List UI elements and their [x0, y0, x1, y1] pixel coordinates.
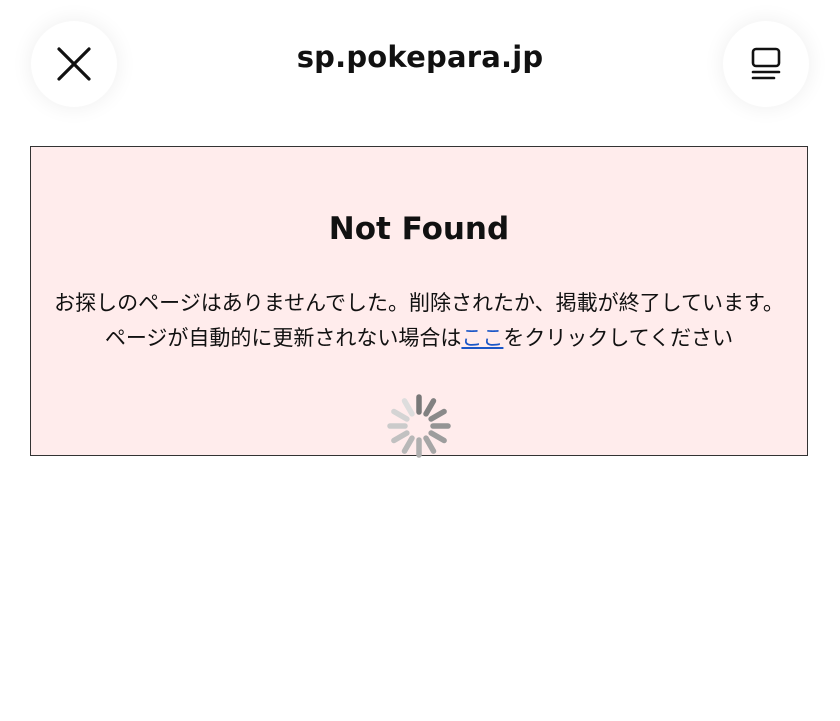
message-line-1: お探しのページはありませんでした。削除されたか、掲載が終了しています。 [54, 291, 784, 315]
spinner-spoke [401, 435, 415, 454]
tabs-menu-icon [751, 47, 781, 80]
reload-here-link[interactable]: ここ [461, 326, 503, 350]
spinner-spoke [428, 430, 447, 444]
spinner-spoke [401, 398, 415, 417]
page-url-title: sp.pokepara.jp [296, 40, 544, 74]
tabs-menu-button[interactable] [723, 21, 809, 107]
spinner-spoke [423, 398, 437, 417]
spinner-spoke [391, 430, 410, 444]
message-line-2-prefix: ページが自動的に更新されない場合は [104, 326, 462, 350]
message-line-2-suffix: をクリックしてください [503, 326, 734, 350]
browser-top-bar: sp.pokepara.jp [0, 0, 840, 130]
not-found-heading: Not Found [328, 211, 510, 247]
spinner-spoke [423, 435, 437, 454]
spinner-spoke [391, 408, 410, 422]
spinner-spoke [428, 408, 447, 422]
loading-spinner-icon [387, 394, 451, 458]
not-found-notice: Not Found お探しのページはありませんでした。削除されたか、掲載が終了し… [30, 146, 808, 458]
not-found-message: お探しのページはありませんでした。削除されたか、掲載が終了しています。 ページが… [35, 286, 803, 356]
